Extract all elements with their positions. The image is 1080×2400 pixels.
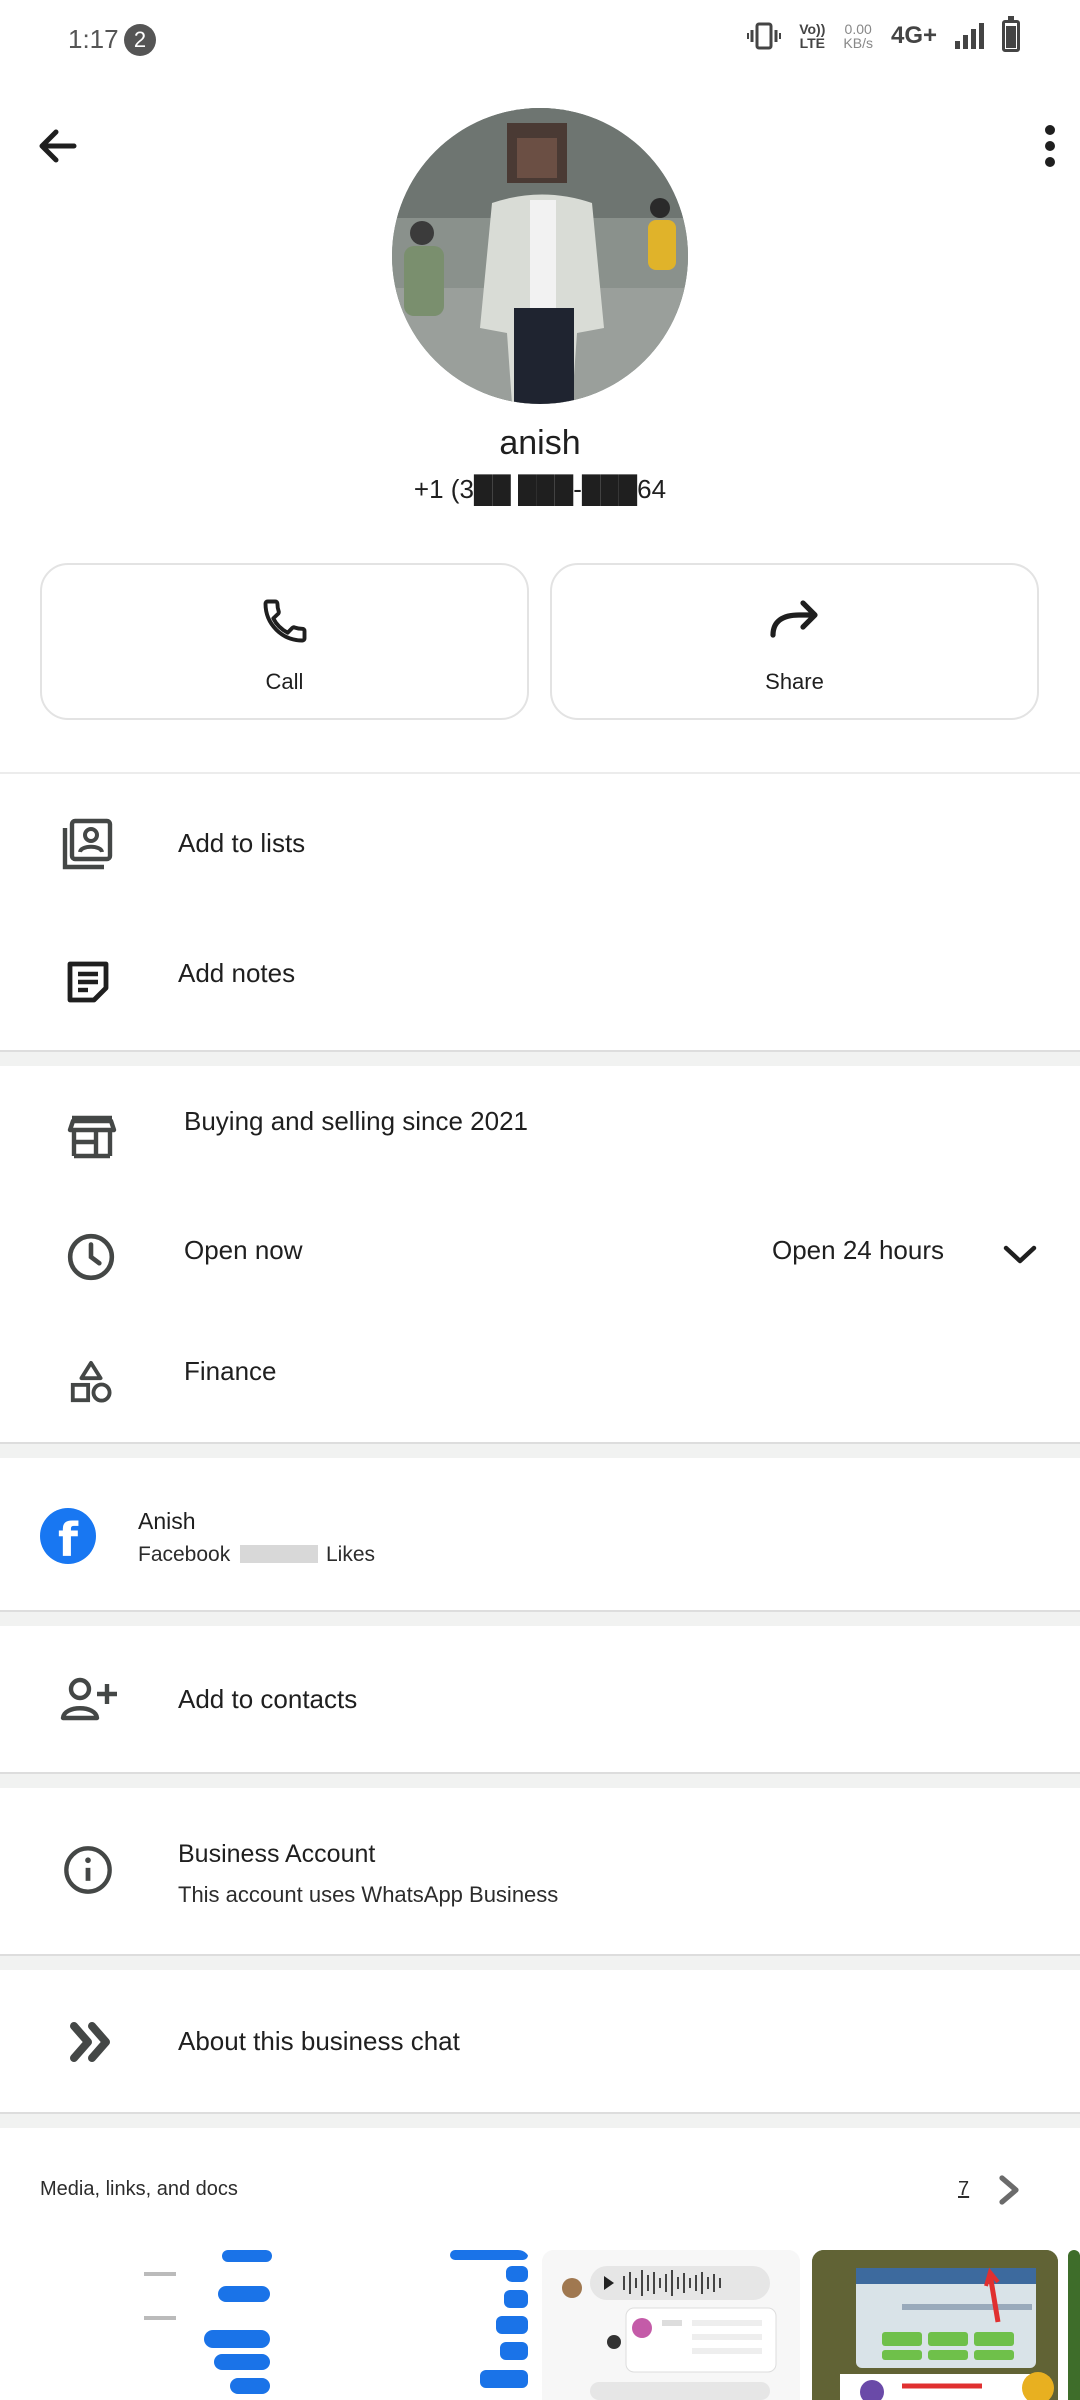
call-button[interactable]: Call: [40, 563, 529, 720]
share-button[interactable]: Share: [550, 563, 1039, 720]
facebook-likes-suffix: Likes: [326, 1543, 376, 1566]
game-screenshot-thumbnail: [812, 2250, 1058, 2400]
media-thumbnail[interactable]: [812, 2250, 1058, 2400]
facebook-page-name: Anish: [138, 1508, 196, 1534]
battery-icon: [1002, 16, 1020, 52]
profile-name: anish: [499, 424, 581, 462]
status-bar: 1:17 2 Vo)) LTE 0.00 KB/s 4G+: [0, 0, 1080, 80]
business-description: Buying and selling since 2021: [184, 1106, 529, 1136]
add-to-lists-label: Add to lists: [178, 828, 306, 858]
chevron-down-icon[interactable]: [1002, 1242, 1038, 1266]
status-time: 1:17: [68, 24, 119, 54]
business-hours-row[interactable]: Open now Open 24 hours: [0, 1186, 1080, 1316]
profile-avatar[interactable]: [392, 108, 688, 404]
info-icon: [64, 1846, 112, 1894]
business-category: Finance: [184, 1356, 277, 1386]
section-gap: [0, 1442, 1080, 1458]
add-notes-label: Add notes: [178, 958, 296, 988]
hours-detail: Open 24 hours: [772, 1235, 945, 1265]
media-thumbnail[interactable]: [108, 2250, 278, 2400]
business-account-title: Business Account: [178, 1840, 376, 1868]
status-icons: Vo)) LTE 0.00 KB/s 4G+: [747, 16, 1020, 52]
chat-screenshot-thumbnail: [144, 2250, 272, 2394]
facebook-likes-count-redacted: [240, 1545, 318, 1563]
about-business-chat-label: About this business chat: [178, 2026, 460, 2056]
network-type: 4G+: [890, 22, 937, 49]
add-to-contacts-row[interactable]: Add to contacts: [0, 1626, 1080, 1770]
store-icon: [67, 1115, 117, 1159]
about-business-chat-row[interactable]: About this business chat: [0, 1970, 1080, 2114]
contact-list-icon: [62, 818, 113, 870]
category-shapes-icon: [70, 1360, 112, 1403]
phone-icon: [263, 599, 306, 643]
more-options-button[interactable]: [1004, 118, 1060, 174]
chevron-right-icon[interactable]: [994, 2172, 1024, 2208]
back-button[interactable]: [30, 118, 86, 174]
profile-photo: [392, 108, 688, 404]
business-account-subtitle: This account uses WhatsApp Business: [178, 1882, 559, 1907]
facebook-logo-icon: f: [40, 1508, 96, 1564]
add-to-contacts-label: Add to contacts: [178, 1684, 358, 1714]
media-count[interactable]: 7: [958, 2178, 969, 2201]
media-thumbnail[interactable]: [542, 2250, 800, 2400]
add-to-lists-row[interactable]: Add to lists: [0, 780, 1080, 910]
notes-icon: [67, 961, 109, 1003]
voice-message-screenshot-thumbnail: [542, 2250, 800, 2400]
chat-screenshot-thumbnail: [450, 2250, 528, 2388]
vibrate-icon: [747, 22, 782, 50]
clock-icon: [67, 1233, 115, 1281]
section-gap: [0, 2112, 1080, 2128]
hours-status: Open now: [184, 1235, 303, 1265]
add-notes-row[interactable]: Add notes: [0, 910, 1080, 1040]
facebook-likes-prefix: Facebook: [138, 1543, 231, 1566]
section-gap: [0, 1772, 1080, 1788]
section-gap: [0, 1050, 1080, 1066]
more-vert-icon: [1045, 125, 1055, 167]
media-section-title: Media, links, and docs: [40, 2178, 238, 2200]
call-label: Call: [265, 669, 304, 694]
section-gap: [0, 1610, 1080, 1626]
volte-indicator: Vo)) LTE: [799, 21, 826, 51]
share-label: Share: [765, 669, 824, 694]
section-gap: [0, 1954, 1080, 1970]
back-arrow-icon: [39, 129, 77, 163]
notification-count-badge: 2: [124, 24, 156, 56]
person-add-icon: [60, 1677, 117, 1721]
business-account-row[interactable]: Business Account This account uses Whats…: [0, 1788, 1080, 1952]
business-category-row: Finance: [0, 1316, 1080, 1440]
media-thumbnail[interactable]: [1068, 2250, 1080, 2400]
business-description-row: Buying and selling since 2021: [0, 1066, 1080, 1186]
network-speed: 0.00 KB/s: [843, 21, 873, 51]
media-thumbnail[interactable]: [290, 2250, 530, 2400]
double-chevron-icon: [70, 2022, 110, 2062]
profile-phone: +1 (3██ ███-███64: [413, 474, 667, 504]
share-forward-icon: [769, 600, 818, 638]
signal-icon: [955, 23, 984, 49]
section-divider: [0, 772, 1080, 774]
